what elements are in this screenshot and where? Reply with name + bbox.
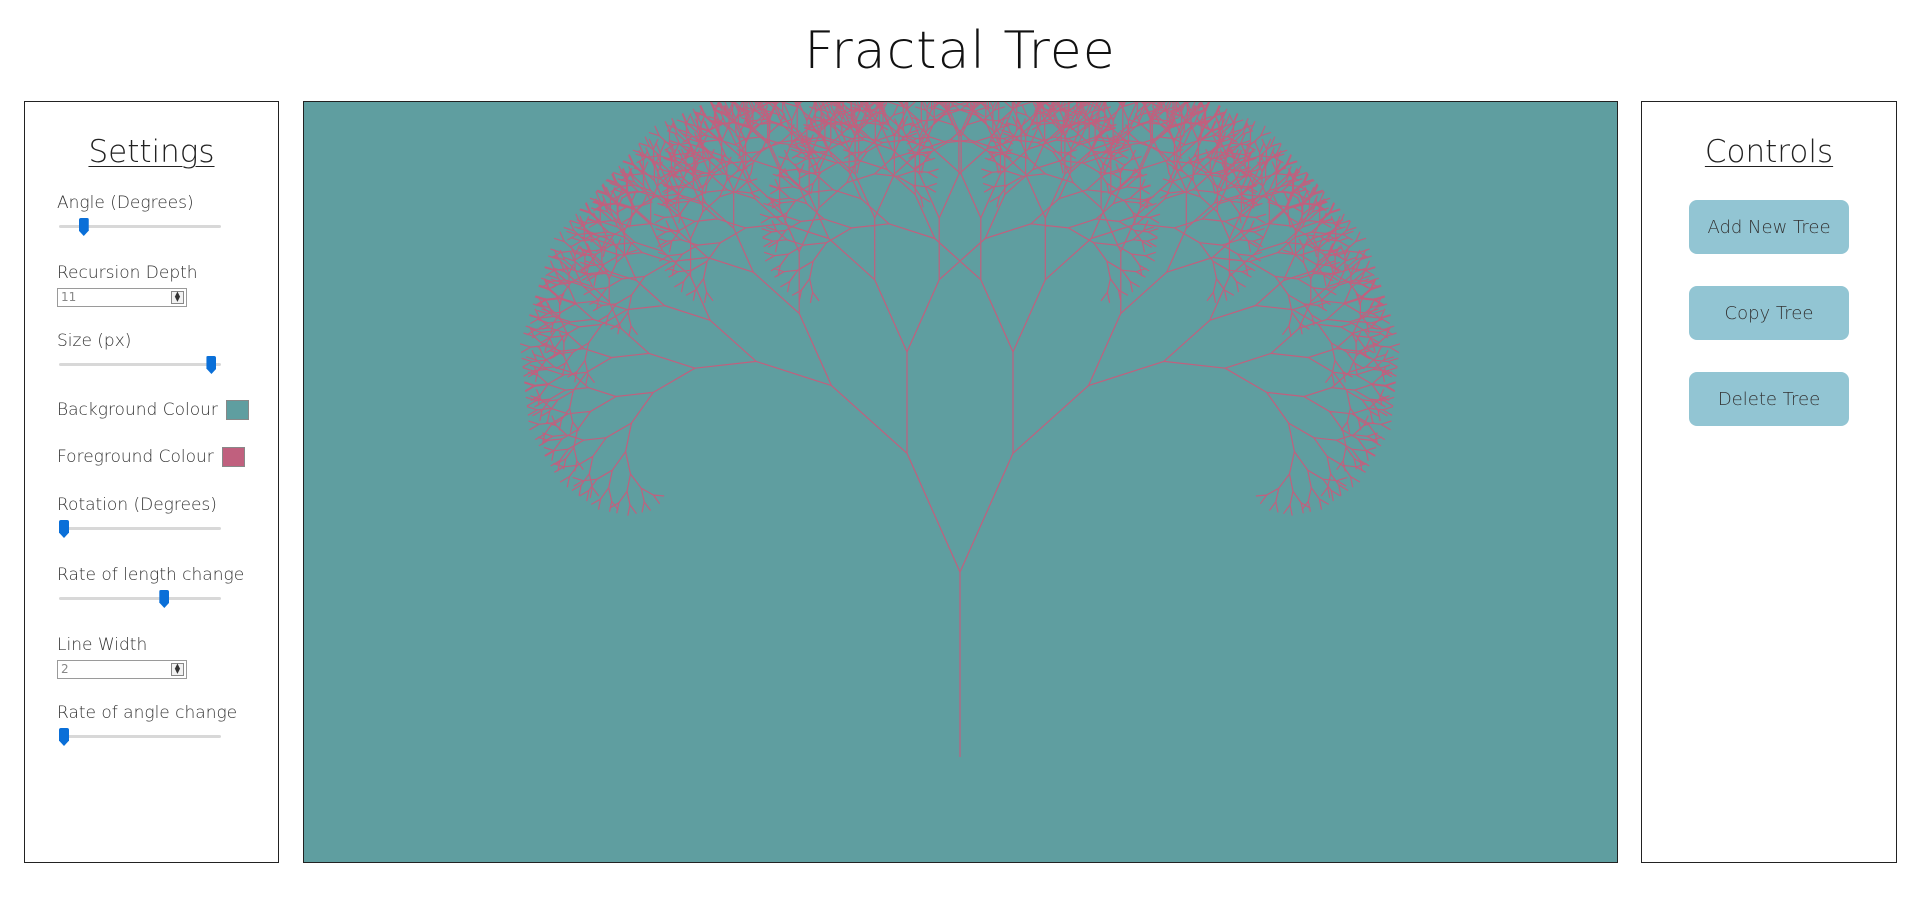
rate-of-angle-change-setting: Rate of angle change — [57, 702, 257, 746]
angle-setting: Angle (Degrees) — [57, 192, 257, 236]
recursion-depth-input[interactable]: 11 ▲ ▼ — [57, 288, 187, 307]
foreground-colour-setting: Foreground Colour — [57, 446, 257, 468]
slider-thumb[interactable] — [59, 728, 69, 746]
recursion-depth-value: 11 — [61, 290, 77, 304]
rate-of-length-change-setting: Rate of length change — [57, 564, 257, 608]
settings-heading: Settings — [88, 134, 215, 170]
line-width-input[interactable]: 2 ▲ ▼ — [57, 660, 187, 679]
size-slider[interactable] — [59, 356, 221, 374]
recursion-depth-label: Recursion Depth — [57, 263, 198, 283]
slider-thumb[interactable] — [159, 590, 170, 608]
rotation-slider[interactable] — [59, 520, 221, 538]
controls-panel: Controls Add New Tree Copy Tree Delete T… — [1641, 101, 1897, 863]
background-colour-label: Background Colour — [57, 400, 218, 420]
background-colour-setting: Background Colour — [57, 399, 257, 421]
page-title: Fractal Tree — [804, 21, 1116, 81]
rate-of-angle-change-slider[interactable] — [59, 728, 221, 746]
tree-canvas[interactable] — [303, 101, 1618, 863]
rotation-label: Rotation (Degrees) — [57, 495, 217, 515]
settings-panel: Settings Angle (Degrees) Recursion Depth… — [24, 101, 279, 863]
rate-of-angle-change-label: Rate of angle change — [57, 703, 238, 723]
add-new-tree-button[interactable]: Add New Tree — [1689, 200, 1849, 254]
rate-of-length-change-label: Rate of length change — [57, 565, 245, 585]
foreground-colour-label: Foreground Colour — [57, 447, 214, 467]
slider-thumb[interactable] — [78, 218, 89, 236]
rate-of-length-change-slider[interactable] — [59, 590, 221, 608]
tree-branches — [519, 102, 1401, 757]
slider-track — [59, 527, 221, 530]
controls-heading: Controls — [1704, 134, 1834, 170]
fractal-tree-drawing — [519, 102, 1401, 757]
line-width-value: 2 — [61, 662, 69, 676]
slider-thumb[interactable] — [59, 520, 69, 538]
tree-path — [519, 102, 1401, 757]
recursion-depth-setting: Recursion Depth 11 ▲ ▼ — [57, 262, 257, 307]
slider-track — [59, 597, 221, 600]
background-colour-picker[interactable] — [225, 400, 249, 420]
angle-slider[interactable] — [59, 218, 221, 236]
size-setting: Size (px) — [57, 330, 257, 374]
slider-track — [59, 363, 221, 366]
slider-thumb[interactable] — [206, 356, 217, 374]
foreground-colour-picker[interactable] — [221, 447, 245, 467]
size-label: Size (px) — [57, 331, 132, 351]
line-width-label: Line Width — [57, 635, 148, 655]
spin-arrows-icon[interactable]: ▲ ▼ — [171, 291, 184, 304]
angle-label: Angle (Degrees) — [57, 193, 194, 213]
line-width-setting: Line Width 2 ▲ ▼ — [57, 634, 257, 679]
copy-tree-button[interactable]: Copy Tree — [1689, 286, 1849, 340]
rotation-setting: Rotation (Degrees) — [57, 494, 257, 538]
slider-track — [59, 735, 221, 738]
spin-arrows-icon[interactable]: ▲ ▼ — [171, 663, 184, 676]
delete-tree-button[interactable]: Delete Tree — [1689, 372, 1849, 426]
